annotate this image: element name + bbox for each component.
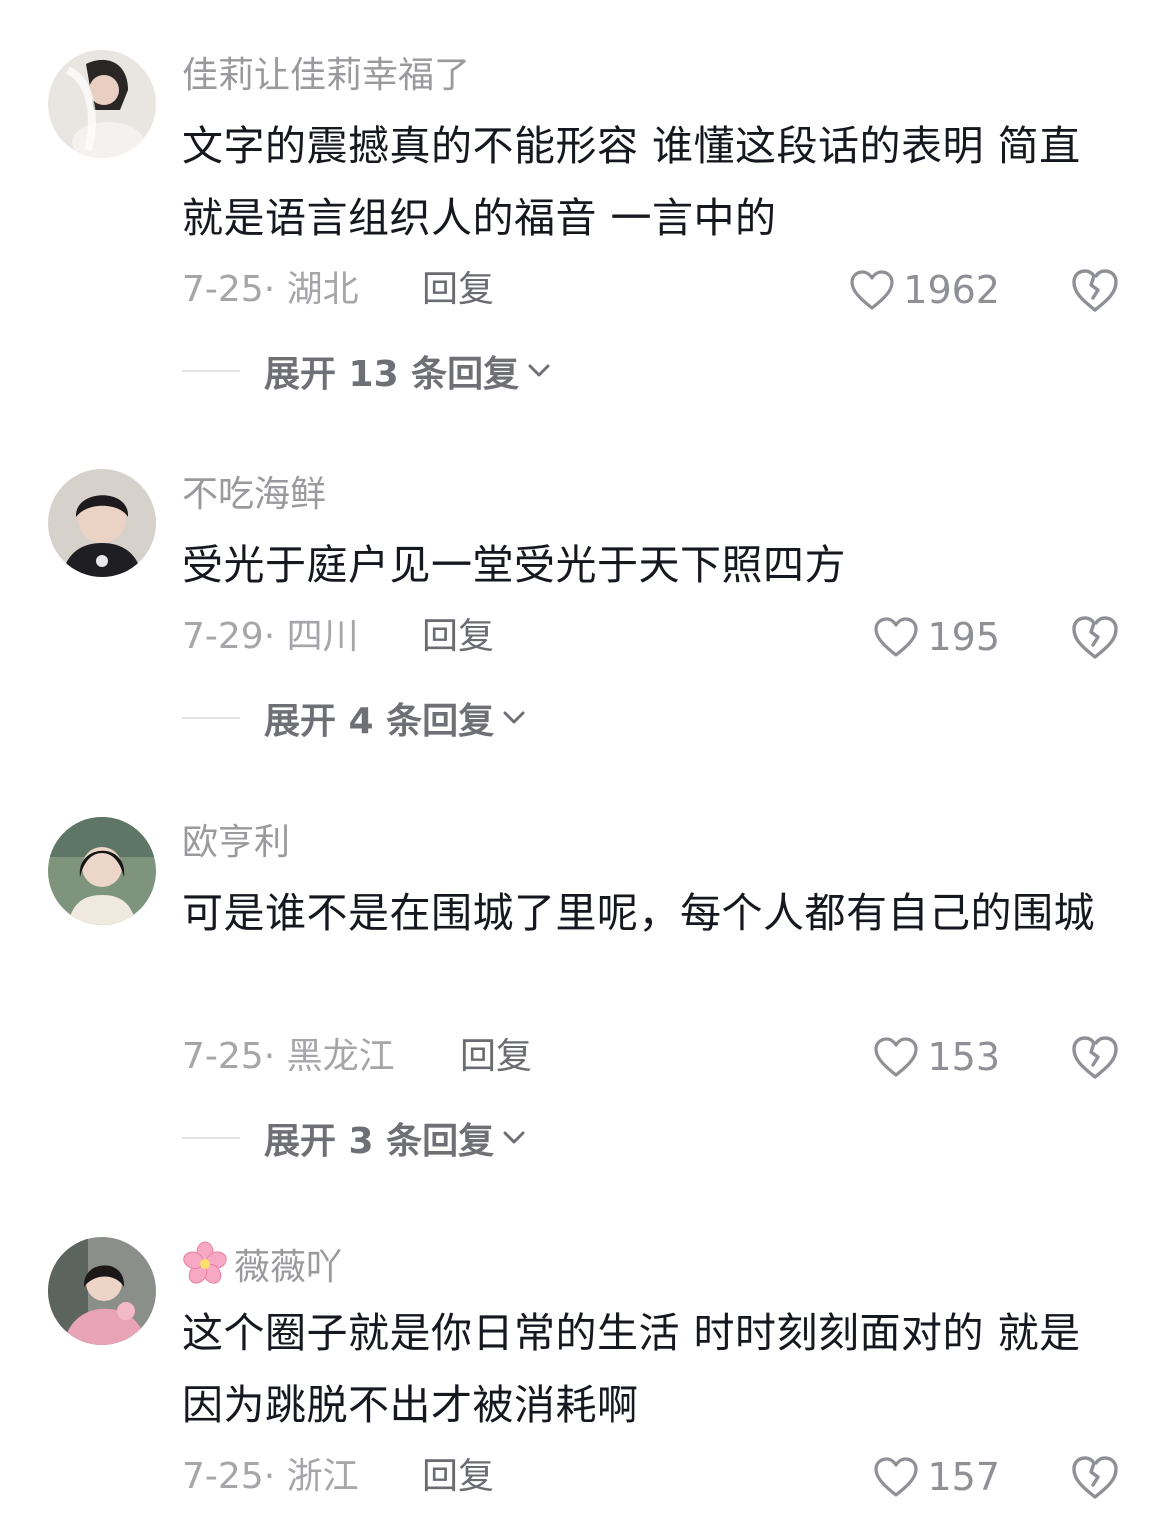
chevron-down-icon [528, 364, 550, 377]
avatar[interactable] [48, 1237, 156, 1345]
comment-meta: 7-29· 四川 回复 [182, 612, 494, 662]
comment-meta: 7-25· 湖北 回复 [182, 265, 494, 315]
comment-meta: 7-25· 黑龙江 回复 [182, 1032, 532, 1082]
avatar[interactable] [48, 50, 156, 158]
reply-button[interactable]: 回复 [422, 265, 494, 315]
dislike-button[interactable] [1070, 612, 1120, 662]
like-count: 195 [927, 615, 1000, 659]
broken-heart-icon [1072, 616, 1118, 659]
heart-icon [874, 1457, 919, 1497]
username[interactable]: 不吃海鲜 [182, 473, 326, 517]
expand-replies-label: 展开 4 条回复 [264, 701, 495, 742]
broken-heart-icon [1072, 1036, 1118, 1079]
like-count: 157 [927, 1455, 1000, 1499]
like-button[interactable]: 1962 [849, 265, 1000, 315]
expand-replies[interactable]: 展开 4 条回复 [182, 693, 526, 743]
like-button[interactable]: 157 [873, 1452, 1000, 1502]
comment-meta: 7-25· 浙江 回复 [182, 1452, 494, 1502]
comment-text: 文字的震撼真的不能形容 谁懂这段话的表明 简直就是语言组织人的福音 一言中的 [182, 122, 1081, 242]
comment-text: 可是谁不是在围城了里呢，每个人都有自己的围城 [182, 889, 1095, 937]
cherry-blossom-icon [183, 1241, 227, 1284]
comment-text: 这个圈子就是你日常的生活 时时刻刻面对的 就是因为跳脱不出才被消耗啊 [182, 1309, 1081, 1429]
comment-list: 佳莉让佳莉幸福了 文字的震撼真的不能形容 谁懂这段话的表明 简直就是语言组织人的… [0, 0, 1170, 1517]
dislike-button[interactable] [1070, 265, 1120, 315]
heart-icon [850, 270, 894, 310]
dislike-button[interactable] [1070, 1032, 1120, 1082]
reply-button[interactable]: 回复 [422, 612, 494, 662]
like-count: 1962 [903, 268, 1000, 312]
like-button[interactable]: 153 [873, 1032, 1000, 1082]
broken-heart-icon [1072, 1456, 1118, 1499]
avatar[interactable] [48, 469, 156, 577]
heart-icon [874, 1037, 919, 1077]
like-count: 153 [927, 1035, 1000, 1079]
divider [182, 370, 240, 372]
date-location: 7-25· 黑龙江 [182, 1036, 395, 1077]
chevron-down-icon [503, 1131, 525, 1144]
expand-replies[interactable]: 展开 3 条回复 [182, 1113, 526, 1163]
chevron-down-icon [503, 711, 525, 724]
reply-button[interactable]: 回复 [422, 1452, 494, 1502]
divider [182, 717, 240, 719]
comment-text: 受光于庭户见一堂受光于天下照四方 [182, 541, 846, 589]
like-button[interactable]: 195 [873, 612, 1000, 662]
expand-replies-label: 展开 13 条回复 [264, 354, 520, 395]
avatar[interactable] [48, 817, 156, 925]
date-location: 7-29· 四川 [182, 616, 359, 657]
username-text: 薇薇吖 [234, 1247, 343, 1288]
username[interactable]: 欧亨利 [182, 821, 290, 865]
date-location: 7-25· 湖北 [182, 269, 359, 310]
heart-icon [874, 617, 919, 657]
dislike-button[interactable] [1070, 1452, 1120, 1502]
expand-replies[interactable]: 展开 13 条回复 [182, 346, 551, 396]
broken-heart-icon [1072, 269, 1118, 312]
username[interactable]: 佳莉让佳莉幸福了 [182, 54, 470, 98]
date-location: 7-25· 浙江 [182, 1456, 359, 1497]
username[interactable]: 薇薇吖 [182, 1241, 342, 1290]
reply-button[interactable]: 回复 [460, 1032, 532, 1082]
divider [182, 1137, 240, 1139]
expand-replies-label: 展开 3 条回复 [264, 1121, 495, 1162]
